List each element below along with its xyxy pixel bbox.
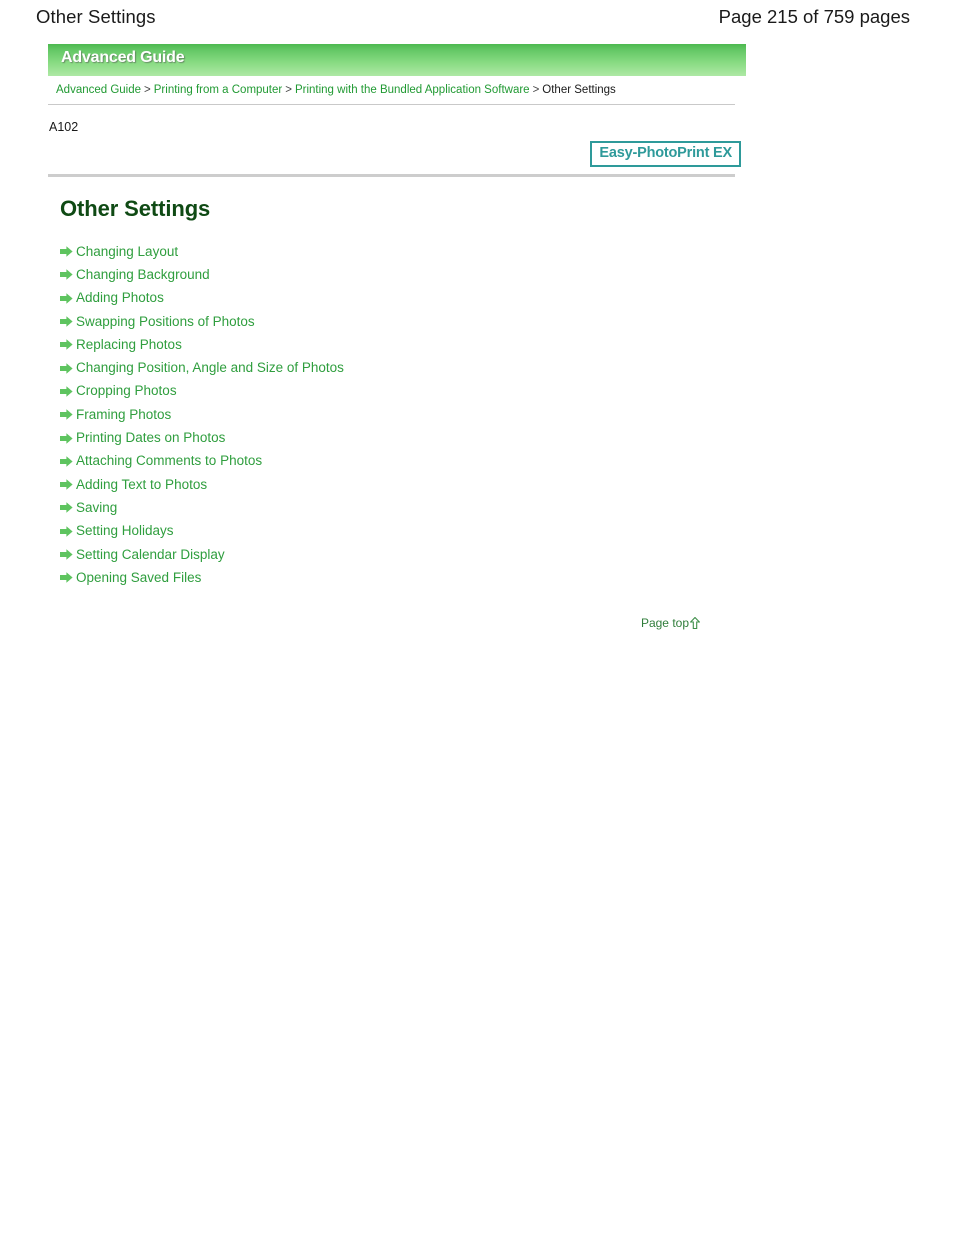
link-changing-background[interactable]: Changing Background bbox=[76, 267, 210, 283]
arrow-right-icon bbox=[60, 293, 73, 304]
list-item[interactable]: Setting Holidays bbox=[48, 520, 748, 543]
list-item[interactable]: Cropping Photos bbox=[48, 380, 748, 403]
list-item[interactable]: Setting Calendar Display bbox=[48, 543, 748, 566]
printed-page-header: Other Settings Page 215 of 759 pages bbox=[0, 0, 954, 34]
list-item[interactable]: Framing Photos bbox=[48, 403, 748, 426]
list-item[interactable]: Attaching Comments to Photos bbox=[48, 450, 748, 473]
arrow-right-icon bbox=[60, 572, 73, 583]
link-changing-position-angle-and-size-of-photos[interactable]: Changing Position, Angle and Size of Pho… bbox=[76, 360, 344, 376]
arrow-right-icon bbox=[60, 479, 73, 490]
list-item[interactable]: Swapping Positions of Photos bbox=[48, 310, 748, 333]
link-attaching-comments-to-photos[interactable]: Attaching Comments to Photos bbox=[76, 453, 262, 469]
content-area: Advanced Guide Advanced Guide > Printing f… bbox=[48, 44, 748, 634]
advanced-guide-banner-label: Advanced Guide bbox=[61, 49, 185, 66]
arrow-up-icon bbox=[690, 617, 700, 630]
link-adding-text-to-photos[interactable]: Adding Text to Photos bbox=[76, 477, 207, 493]
page-top-label: Page top bbox=[640, 616, 689, 631]
breadcrumb-separator: > bbox=[144, 84, 151, 96]
link-adding-photos[interactable]: Adding Photos bbox=[76, 290, 164, 306]
link-setting-calendar-display[interactable]: Setting Calendar Display bbox=[76, 547, 225, 563]
arrow-right-icon bbox=[60, 502, 73, 514]
arrow-right-icon bbox=[60, 432, 73, 444]
list-item[interactable]: Changing Position, Angle and Size of Pho… bbox=[48, 356, 748, 379]
arrow-right-icon bbox=[60, 246, 73, 257]
topic-link-list: Changing Layout Changing Background Addi… bbox=[48, 240, 748, 589]
breadcrumb-item-advanced-guide[interactable]: Advanced Guide bbox=[56, 84, 141, 96]
list-item[interactable]: Replacing Photos bbox=[48, 333, 748, 356]
page-top-link[interactable]: Page top bbox=[641, 616, 700, 630]
product-badge-easy-photoprint-ex: Easy-PhotoPrint EX bbox=[590, 141, 741, 167]
page-title: Other Settings bbox=[60, 196, 211, 221]
arrow-right-icon bbox=[60, 269, 73, 281]
page-top-row: Page top bbox=[48, 612, 748, 634]
link-setting-holidays[interactable]: Setting Holidays bbox=[76, 523, 174, 539]
advanced-guide-banner: Advanced Guide bbox=[48, 44, 746, 76]
list-item[interactable]: Adding Photos bbox=[48, 287, 748, 310]
arrow-right-icon bbox=[60, 339, 73, 351]
arrow-right-icon bbox=[60, 386, 73, 397]
link-changing-layout[interactable]: Changing Layout bbox=[76, 244, 178, 260]
arrow-right-icon bbox=[60, 526, 73, 537]
breadcrumb-item-current: Other Settings bbox=[542, 84, 616, 96]
arrow-right-icon bbox=[60, 409, 73, 420]
link-replacing-photos[interactable]: Replacing Photos bbox=[76, 337, 182, 353]
list-item[interactable]: Opening Saved Files bbox=[48, 566, 748, 589]
breadcrumb-item-printing-from-a-computer[interactable]: Printing from a Computer bbox=[154, 84, 282, 96]
list-item[interactable]: Printing Dates on Photos bbox=[48, 426, 748, 449]
document-title: Other Settings bbox=[36, 6, 156, 27]
list-item[interactable]: Adding Text to Photos bbox=[48, 473, 748, 496]
link-opening-saved-files[interactable]: Opening Saved Files bbox=[76, 570, 201, 586]
document-code: A102 bbox=[49, 120, 79, 134]
page-number-indicator: Page 215 of 759 pages bbox=[718, 6, 910, 27]
horizontal-divider bbox=[48, 174, 735, 177]
link-cropping-photos[interactable]: Cropping Photos bbox=[76, 383, 177, 399]
arrow-right-icon bbox=[60, 456, 73, 467]
arrow-right-icon bbox=[60, 549, 73, 560]
link-saving[interactable]: Saving bbox=[76, 500, 117, 516]
arrow-right-icon bbox=[60, 316, 73, 327]
list-item[interactable]: Changing Background bbox=[48, 263, 748, 286]
breadcrumb-item-printing-with-bundled-application-software[interactable]: Printing with the Bundled Application So… bbox=[295, 84, 530, 96]
list-item[interactable]: Saving bbox=[48, 496, 748, 519]
link-printing-dates-on-photos[interactable]: Printing Dates on Photos bbox=[76, 430, 225, 446]
breadcrumb-separator: > bbox=[532, 84, 540, 96]
link-framing-photos[interactable]: Framing Photos bbox=[76, 407, 171, 423]
link-swapping-positions-of-photos[interactable]: Swapping Positions of Photos bbox=[76, 314, 255, 330]
breadcrumb-separator: > bbox=[285, 84, 292, 96]
breadcrumb: Advanced Guide > Printing from a Computer >… bbox=[48, 76, 735, 105]
arrow-right-icon bbox=[60, 362, 73, 374]
product-badge-row: Easy-PhotoPrint EX bbox=[48, 141, 748, 171]
list-item[interactable]: Changing Layout bbox=[48, 240, 748, 263]
